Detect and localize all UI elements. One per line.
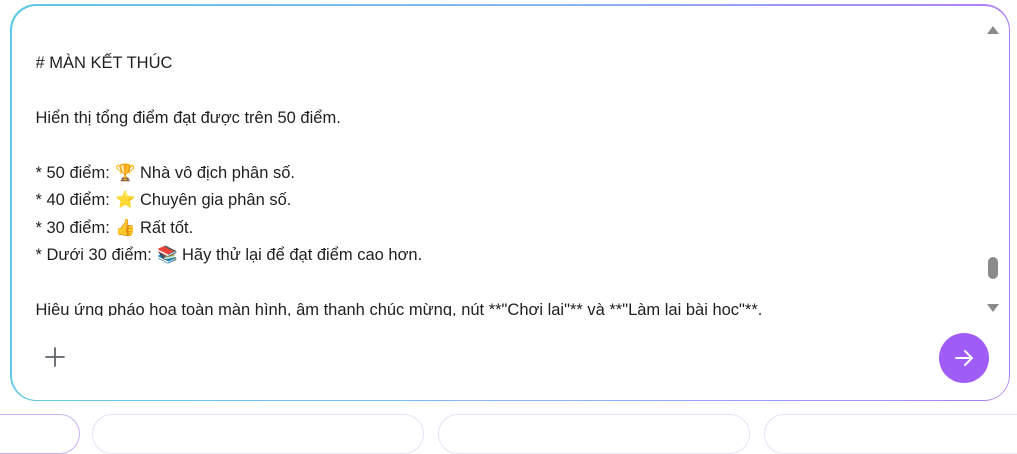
tier-text: Nhà vô địch phân số. bbox=[139, 163, 296, 182]
tier-prefix: * Dưới 30 điểm: bbox=[35, 246, 152, 264]
arrow-right-icon bbox=[954, 349, 973, 366]
prompt-composer-body: # MÀN KẾT THÚC Hiển thị tổng điểm đạt đư… bbox=[11, 5, 1009, 400]
prompt-textarea[interactable]: # MÀN KẾT THÚC Hiển thị tổng điểm đạt đư… bbox=[36, 50, 966, 316]
plus-icon bbox=[44, 346, 65, 367]
prompt-intro: Hiển thị tổng điểm đạt được trên 50 điểm… bbox=[35, 108, 341, 127]
suggestion-chip[interactable] bbox=[92, 414, 424, 454]
tier-text: Rất tốt. bbox=[139, 218, 194, 237]
prompt-heading: # MÀN KẾT THÚC bbox=[35, 53, 173, 72]
books-icon: 📚 bbox=[157, 246, 178, 264]
suggestion-chip[interactable] bbox=[438, 414, 750, 454]
scroll-thumb[interactable] bbox=[987, 256, 998, 279]
thumbs-up-icon: 👍 bbox=[115, 218, 136, 237]
suggestion-chip[interactable] bbox=[0, 414, 80, 454]
trophy-icon: 🏆 bbox=[115, 163, 136, 182]
send-button[interactable] bbox=[938, 332, 989, 383]
tier-line: * 50 điểm: 🏆 Nhà vô địch phân số. bbox=[36, 160, 966, 188]
tier-prefix: * 40 điểm: bbox=[35, 191, 110, 209]
tier-text: Chuyên gia phân số. bbox=[139, 191, 292, 209]
scroll-up-arrow-icon[interactable] bbox=[986, 25, 999, 34]
suggestion-chip[interactable] bbox=[764, 414, 1017, 454]
star-icon: ⭐ bbox=[115, 191, 136, 209]
scroll-down-arrow-icon[interactable] bbox=[986, 303, 999, 312]
tier-line: * Dưới 30 điểm: 📚 Hãy thử lại để đạt điể… bbox=[36, 242, 966, 270]
tier-line: * 30 điểm: 👍 Rất tốt. bbox=[36, 215, 966, 243]
scrollbar[interactable] bbox=[985, 24, 1001, 314]
add-attachment-button[interactable] bbox=[38, 340, 72, 374]
tier-line: * 40 điểm: ⭐ Chuyên gia phân số. bbox=[36, 187, 966, 215]
tier-text: Hãy thử lại để đạt điểm cao hơn. bbox=[182, 246, 423, 264]
tier-prefix: * 30 điểm: bbox=[35, 218, 110, 237]
tier-prefix: * 50 điểm: bbox=[35, 163, 110, 182]
prompt-effects: Hiệu ứng pháo hoa toàn màn hình, âm than… bbox=[35, 301, 763, 316]
prompt-composer: # MÀN KẾT THÚC Hiển thị tổng điểm đạt đư… bbox=[10, 4, 1010, 401]
